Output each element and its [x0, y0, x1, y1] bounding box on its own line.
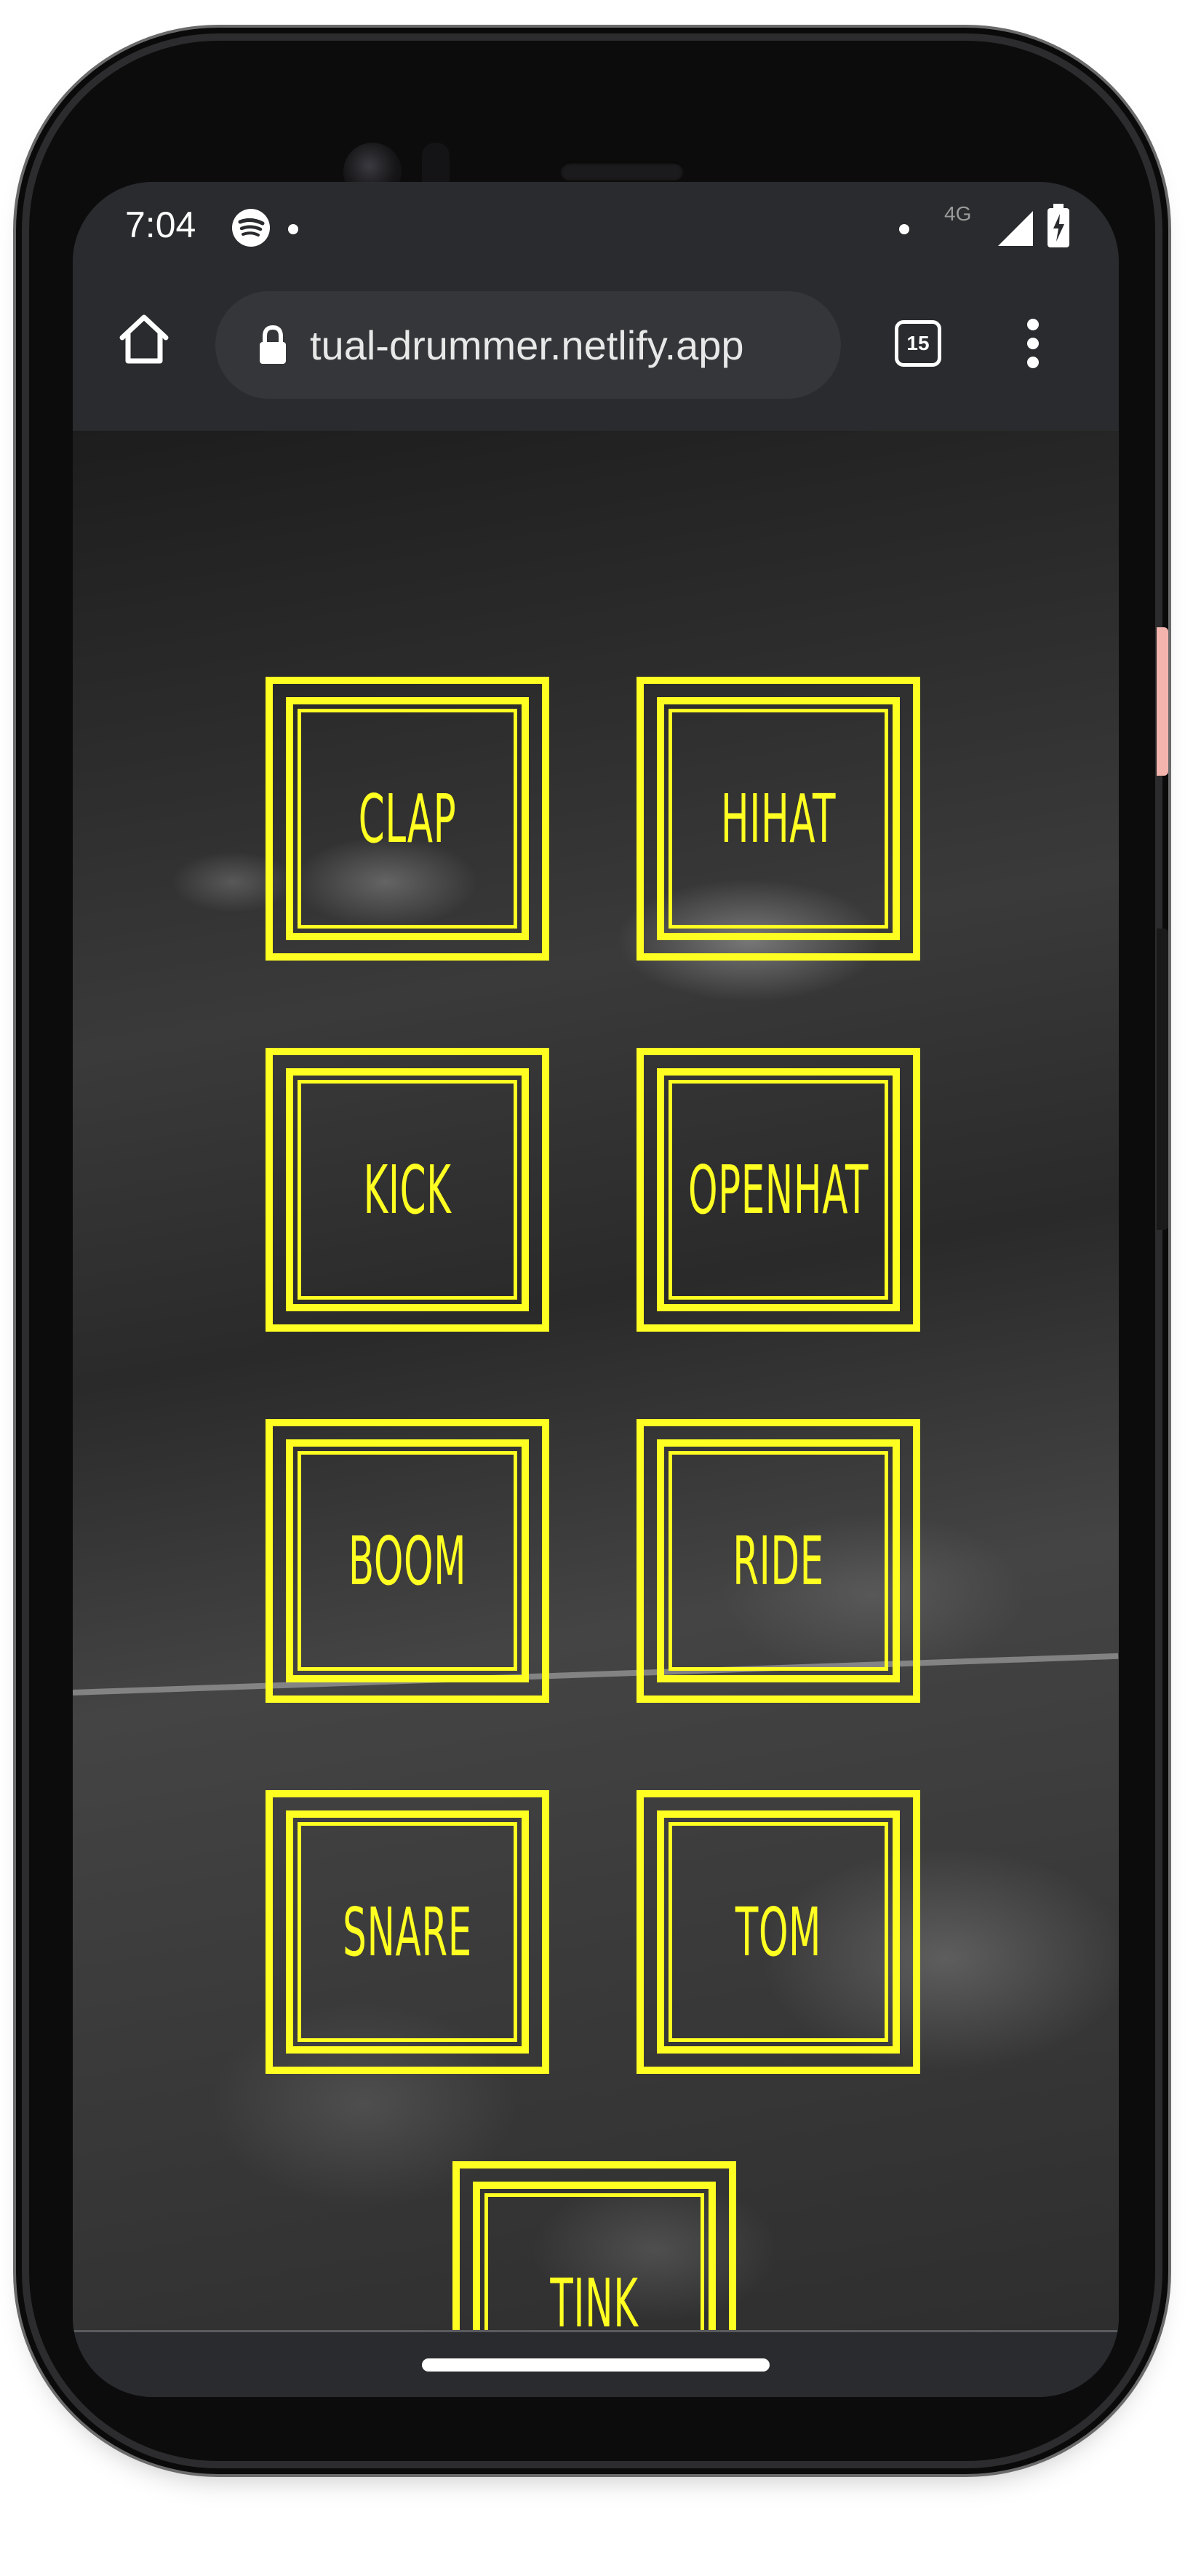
drum-pad-hihat[interactable]: HIHAT: [637, 677, 920, 961]
menu-icon[interactable]: [1018, 314, 1048, 373]
drum-kit-page: CLAP HIHAT KICK OPENHAT BOOM RIDE SNARE …: [73, 431, 1119, 2397]
status-time: 7:04: [125, 204, 196, 245]
status-dot: [899, 224, 909, 234]
url-text[interactable]: tual-drummer.netlify.app: [310, 322, 744, 369]
phone-screen: 7:04 4G tual-drummer.netlify.app 15 CLAP…: [73, 182, 1119, 2397]
drum-pad-grid: CLAP HIHAT KICK OPENHAT BOOM RIDE SNARE …: [73, 431, 1119, 2397]
pad-label: RIDE: [733, 1522, 824, 1600]
status-bar: 7:04 4G: [73, 182, 1119, 269]
drum-pad-kick[interactable]: KICK: [266, 1048, 549, 1332]
signal-icon: [998, 211, 1033, 246]
drum-pad-openhat[interactable]: OPENHAT: [637, 1048, 920, 1332]
power-button[interactable]: [1157, 627, 1168, 776]
browser-toolbar: tual-drummer.netlify.app 15: [73, 269, 1119, 431]
pad-label: BOOM: [348, 1522, 467, 1600]
drum-pad-ride[interactable]: RIDE: [637, 1419, 920, 1703]
notification-dot: [288, 224, 298, 234]
drum-pad-boom[interactable]: BOOM: [266, 1419, 549, 1703]
home-icon[interactable]: [115, 310, 173, 368]
drum-pad-tom[interactable]: TOM: [637, 1790, 920, 2074]
battery-charging-icon: [1048, 204, 1069, 247]
spotify-icon: [232, 209, 270, 247]
pad-label: HIHAT: [720, 779, 837, 858]
volume-button[interactable]: [1157, 929, 1168, 1230]
pad-label: OPENHAT: [687, 1150, 869, 1229]
pad-label: CLAP: [358, 779, 457, 858]
drum-pad-snare[interactable]: SNARE: [266, 1790, 549, 2074]
earpiece-speaker: [560, 162, 684, 180]
network-type-label: 4G: [944, 202, 972, 225]
pad-label: KICK: [363, 1150, 452, 1229]
pad-label: SNARE: [343, 1893, 472, 1971]
gesture-nav-bar: [73, 2330, 1119, 2397]
drum-pad-clap[interactable]: CLAP: [266, 677, 549, 961]
tab-switcher-button[interactable]: 15: [895, 320, 941, 367]
lock-icon: [260, 325, 286, 364]
home-gesture-handle[interactable]: [422, 2358, 770, 2372]
pad-label: TOM: [735, 1893, 822, 1971]
address-bar[interactable]: tual-drummer.netlify.app: [215, 291, 841, 399]
